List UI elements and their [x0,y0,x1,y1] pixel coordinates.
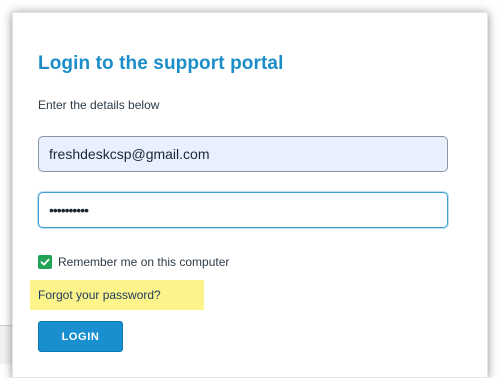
password-field[interactable] [38,192,448,228]
remember-me-option[interactable]: Remember me on this computer [38,254,229,270]
remember-me-label: Remember me on this computer [58,255,230,269]
background-strip [0,326,12,364]
page-title: Login to the support portal [38,53,284,74]
email-field[interactable] [38,136,448,172]
subtitle-text: Enter the details below [38,98,160,112]
checkmark-icon [40,258,50,266]
forgot-password-link[interactable]: Forgot your password? [38,288,161,302]
remember-me-checkbox[interactable] [38,255,52,269]
login-button[interactable]: LOGIN [38,321,123,352]
